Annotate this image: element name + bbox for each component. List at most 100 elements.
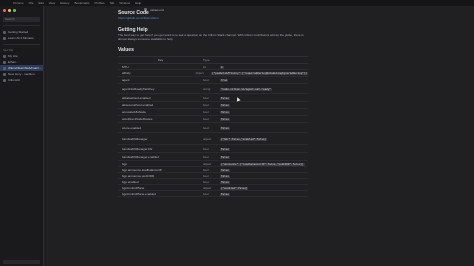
values-heading: Values — [118, 47, 134, 53]
bookmark-icon — [3, 36, 6, 40]
row-default-value: false — [220, 192, 230, 196]
sidebar-search[interactable]: Search — [3, 17, 40, 22]
menu-item-bookmarks[interactable]: Bookmarks — [74, 1, 89, 5]
table-row: bandwidthManager.bbr bool false — [118, 145, 308, 153]
row-default-value: "node.cilium.io/agent-not-ready" — [220, 87, 272, 91]
source-link[interactable]: https://github.com/cilium/cilium — [118, 16, 308, 21]
table-row: azure.enabled bool false — [118, 123, 308, 133]
menu-item-history[interactable]: History — [60, 1, 69, 5]
row-default-value: {"bbr":false,"enabled":false} — [220, 137, 268, 141]
favicon-icon — [3, 72, 6, 76]
column-type: Type — [203, 58, 210, 62]
menu-item-view[interactable]: View — [49, 1, 55, 5]
sidebar-tab-label: cilium/cilium/blob/main/... — [8, 66, 42, 70]
bookmark-icon — [3, 30, 6, 34]
row-default: false — [220, 180, 308, 184]
table-header: Key Type — [118, 57, 308, 64]
menu-item-file[interactable]: File — [29, 1, 34, 5]
values-table: Key Type MTU int 0 affinity object {"podAntiA… — [118, 56, 308, 197]
row-default-value: false — [220, 174, 230, 178]
row-key: bgp.announce.podCIDR — [122, 173, 155, 178]
row-key: alibabacloud.enabled — [122, 95, 151, 100]
row-key: bgp — [122, 161, 128, 166]
menu-item-app[interactable]: Chrome — [13, 1, 24, 5]
column-key: Key — [157, 58, 164, 62]
row-type: bool — [203, 167, 209, 172]
row-default: false — [220, 174, 308, 178]
row-default-value: 0 — [220, 65, 224, 69]
sidebar-bottom-bar[interactable] — [3, 260, 40, 264]
row-key: annotateK8sNode — [122, 110, 147, 114]
row-default: false — [220, 96, 308, 100]
row-key: affinity — [122, 71, 131, 75]
sidebar-item-learn[interactable]: Learn All 4 Minutes — [0, 35, 43, 41]
menu-item-tab[interactable]: Tab — [110, 1, 115, 5]
table-row: autoDirectNodeRoutes bool false — [118, 116, 308, 123]
menu-item-profiles[interactable]: Profiles — [95, 1, 105, 5]
row-default-value: {"announce":{"loadbalancerIP":false,"pod… — [220, 162, 305, 166]
table-row: affinity object {"podAntiAffinity":{"requi… — [118, 70, 308, 77]
minimize-window-icon[interactable] — [8, 9, 11, 12]
row-default: false — [220, 147, 308, 151]
row-type: bool — [203, 78, 209, 82]
table-row: bgpControlPlane.enabled bool false — [118, 191, 308, 197]
row-type: bool — [203, 117, 209, 121]
row-key: bgpControlPlane — [122, 185, 145, 190]
table-row: bandwidthManager.enabled bool false — [118, 153, 308, 161]
row-key: bandwidthManager.enabled — [122, 154, 159, 159]
row-key: bgp.announce.loadbalancerIP — [122, 167, 162, 172]
row-default-value: false — [220, 126, 230, 130]
row-default: false — [220, 155, 308, 159]
divider — [3, 44, 40, 45]
row-key: azure.enabled — [122, 125, 142, 130]
row-key: bandwidthManager — [122, 136, 148, 141]
sidebar-item-label: Getting Started — [8, 30, 29, 34]
row-default-value: {"enabled":false} — [220, 186, 249, 190]
table-body: MTU int 0 affinity object {"podAntiAffinity":… — [118, 64, 308, 197]
favicon-icon — [3, 60, 6, 64]
row-default-value: true — [220, 79, 229, 82]
row-type: bool — [203, 95, 209, 100]
row-type: object — [195, 71, 204, 75]
row-default-value: {"podAntiAffinity":{"requiredDuringSched… — [211, 72, 308, 75]
sidebar-tab-label: New story - medium — [8, 72, 35, 76]
row-type: bool — [203, 154, 209, 159]
help-text: The best way to get help if you get stuc… — [118, 33, 304, 41]
sidebar-tab-label: My site — [8, 54, 18, 58]
row-key: agent — [122, 78, 130, 82]
favicon-icon — [3, 78, 6, 82]
github-icon — [3, 66, 6, 70]
table-row: agent bool true — [118, 77, 308, 84]
row-default-value: false — [220, 96, 230, 100]
row-default: "node.cilium.io/agent-not-ready" — [220, 87, 308, 91]
zoom-window-icon[interactable] — [13, 9, 16, 12]
row-default-value: false — [220, 168, 230, 172]
menu-item-edit[interactable]: Edit — [39, 1, 44, 5]
sidebar-item-label: Learn All 4 Minutes — [8, 36, 34, 40]
table-row: allowLocalhost.enabled bool false — [118, 102, 308, 109]
values-section: Values Key Type MTU int 0 affinity object {"p… — [118, 47, 308, 197]
row-key: bgp.enabled — [122, 179, 139, 184]
row-type: int — [203, 64, 207, 69]
row-default: {"announce":{"loadbalancerIP":false,"pod… — [220, 162, 308, 166]
row-default: {"bbr":false,"enabled":false} — [220, 137, 308, 141]
favicon-icon — [3, 54, 6, 58]
row-default: true — [220, 78, 308, 82]
document: Source Code https://github.com/cilium/ci… — [118, 10, 308, 197]
menu-item-help[interactable]: Help — [135, 1, 141, 5]
table-row: annotateK8sNode bool false — [118, 109, 308, 116]
row-type: bool — [203, 173, 209, 178]
row-key: MTU — [122, 64, 129, 69]
row-key: bgpControlPlane.enabled — [122, 191, 156, 196]
row-default-value: false — [220, 155, 230, 159]
table-row: bandwidthManager object {"bbr":false,"enab… — [118, 133, 308, 145]
row-default-value: false — [220, 147, 230, 151]
sidebar-tab-5[interactable]: Cilium/AI — [0, 77, 43, 83]
row-default: {"podAntiAffinity":{"requiredDuringSched… — [211, 71, 308, 75]
row-type: bool — [203, 146, 209, 151]
row-default: false — [220, 126, 308, 130]
close-window-icon[interactable] — [3, 9, 6, 12]
row-type: string — [203, 86, 211, 91]
menu-item-window[interactable]: Window — [119, 1, 130, 5]
row-default-value: false — [220, 180, 230, 184]
